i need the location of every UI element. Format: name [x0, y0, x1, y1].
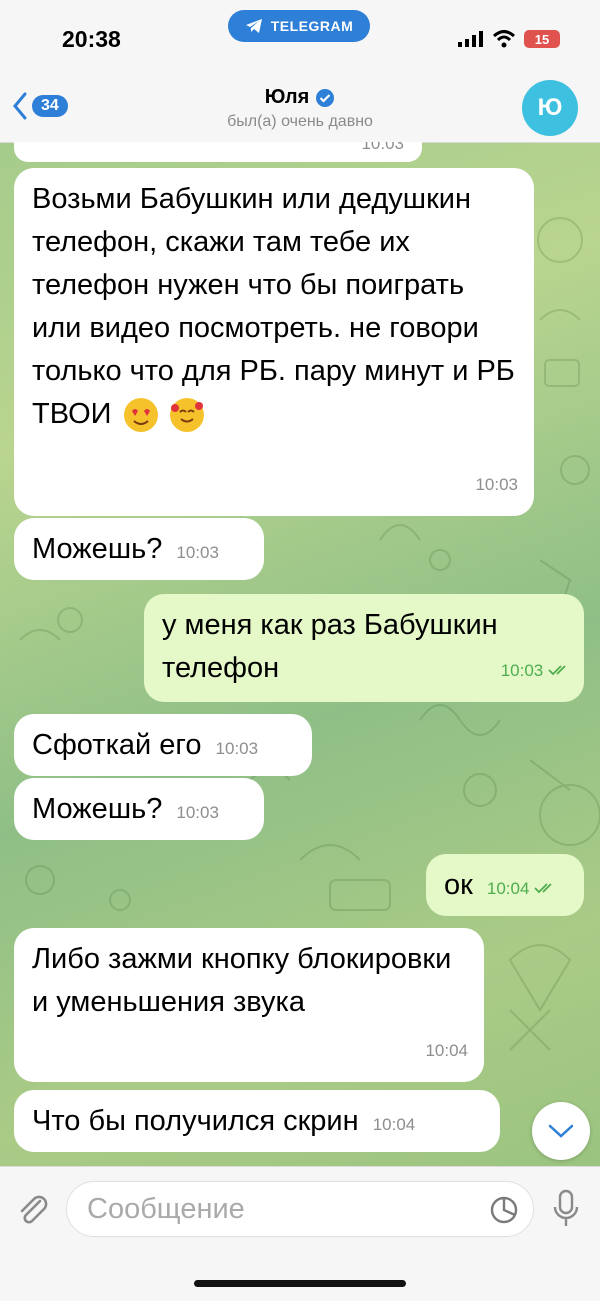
message-input[interactable]: Сообщение — [66, 1181, 534, 1237]
heart-eyes-emoji-icon — [123, 398, 158, 433]
avatar-letter: Ю — [537, 94, 563, 121]
message-time: 10:03 — [361, 142, 404, 153]
message-text: ок — [444, 869, 473, 901]
status-time: 20:38 — [62, 26, 121, 52]
sticker-icon[interactable] — [489, 1195, 519, 1225]
message-bubble-incoming[interactable]: Можешь? 10:03 — [14, 778, 264, 840]
paperclip-icon — [20, 1195, 48, 1224]
last-seen-status: был(а) очень давно — [227, 113, 373, 130]
signal-icon — [458, 31, 483, 47]
status-icons: 15 — [458, 30, 560, 48]
voice-record-button[interactable] — [552, 1189, 580, 1234]
double-check-icon — [548, 665, 566, 676]
message-bubble-outgoing[interactable]: ок 10:04 — [426, 854, 584, 916]
message-bubble-incoming[interactable]: Можешь? 10:03 — [14, 518, 264, 580]
chat-title-area[interactable]: Юля был(а) очень давно — [0, 86, 600, 131]
pill-label: TELEGRAM — [270, 18, 354, 34]
message-text: Сфоткай его — [32, 729, 202, 761]
chevron-down-icon — [548, 1124, 574, 1138]
message-time: 10:03 — [475, 475, 518, 494]
message-bubble-incoming[interactable]: Возьми Бабушкин или дедушкин телефон, ск… — [14, 168, 534, 516]
message-time: 10:04 — [487, 867, 556, 910]
telegram-pill[interactable]: TELEGRAM — [228, 10, 370, 42]
avatar[interactable]: Ю — [522, 80, 578, 136]
message-bubble-incoming[interactable]: Сфоткай его 10:03 — [14, 714, 312, 776]
smiling-face-with-hearts-emoji-icon — [169, 398, 204, 433]
double-check-icon — [534, 883, 552, 894]
microphone-icon — [553, 1189, 579, 1226]
status-bar: 20:38 TELEGRAM 15 — [0, 0, 600, 80]
message-text: Что бы получился скрин — [32, 1105, 359, 1137]
previous-message-fragment[interactable]: 10:03 — [14, 142, 422, 162]
message-time: 10:03 — [176, 543, 219, 562]
message-text: Возьми Бабушкин или дедушкин телефон, ск… — [32, 183, 515, 430]
message-bubble-incoming[interactable]: Что бы получился скрин 10:04 — [14, 1090, 500, 1152]
message-bubble-incoming[interactable]: Либо зажми кнопку блокировки и уменьшени… — [14, 928, 484, 1082]
message-bubble-outgoing[interactable]: у меня как раз Бабушкин телефон 10:03 — [144, 594, 584, 702]
wifi-icon — [492, 30, 516, 48]
telegram-plane-icon — [245, 19, 262, 33]
message-time: 10:03 — [215, 739, 259, 758]
message-text: Можешь? — [32, 793, 163, 825]
message-time-text: 10:04 — [486, 879, 530, 898]
attach-button[interactable] — [14, 1191, 50, 1232]
home-indicator — [194, 1280, 406, 1287]
message-text: у меня как раз Бабушкин телефон — [162, 609, 498, 684]
message-input-placeholder: Сообщение — [87, 1192, 245, 1225]
message-text: Либо зажми кнопку блокировки и уменьшени… — [32, 943, 452, 1018]
message-text: Можешь? — [32, 533, 163, 565]
verified-badge-icon — [316, 88, 335, 107]
chat-header: 34 Юля был(а) очень давно Ю — [0, 80, 600, 143]
contact-name: Юля — [264, 86, 310, 108]
battery-icon: 15 — [524, 30, 560, 48]
message-time-text: 10:03 — [500, 661, 544, 680]
scroll-to-bottom-button[interactable] — [532, 1102, 590, 1160]
message-time: 10:04 — [425, 1041, 468, 1060]
message-time: 10:03 — [176, 803, 219, 822]
message-time: 10:03 — [501, 649, 570, 692]
message-input-bar: Сообщение — [0, 1166, 600, 1301]
message-time: 10:04 — [372, 1115, 416, 1134]
